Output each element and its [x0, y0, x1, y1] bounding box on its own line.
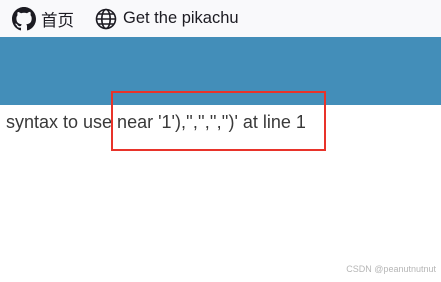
top-nav-bar: 首页 Get the pikachu — [0, 0, 441, 37]
globe-icon — [94, 7, 118, 31]
get-pikachu-link[interactable]: Get the pikachu — [94, 0, 239, 37]
get-pikachu-label: Get the pikachu — [123, 9, 239, 27]
page: 首页 Get the pikachu syntax to use near '1… — [0, 0, 441, 282]
github-icon — [12, 6, 36, 31]
home-label: 首页 — [41, 11, 74, 30]
watermark: CSDN @peanutnutnut — [346, 264, 436, 274]
home-link[interactable]: 首页 — [12, 0, 74, 37]
highlight-annotation — [111, 91, 326, 151]
